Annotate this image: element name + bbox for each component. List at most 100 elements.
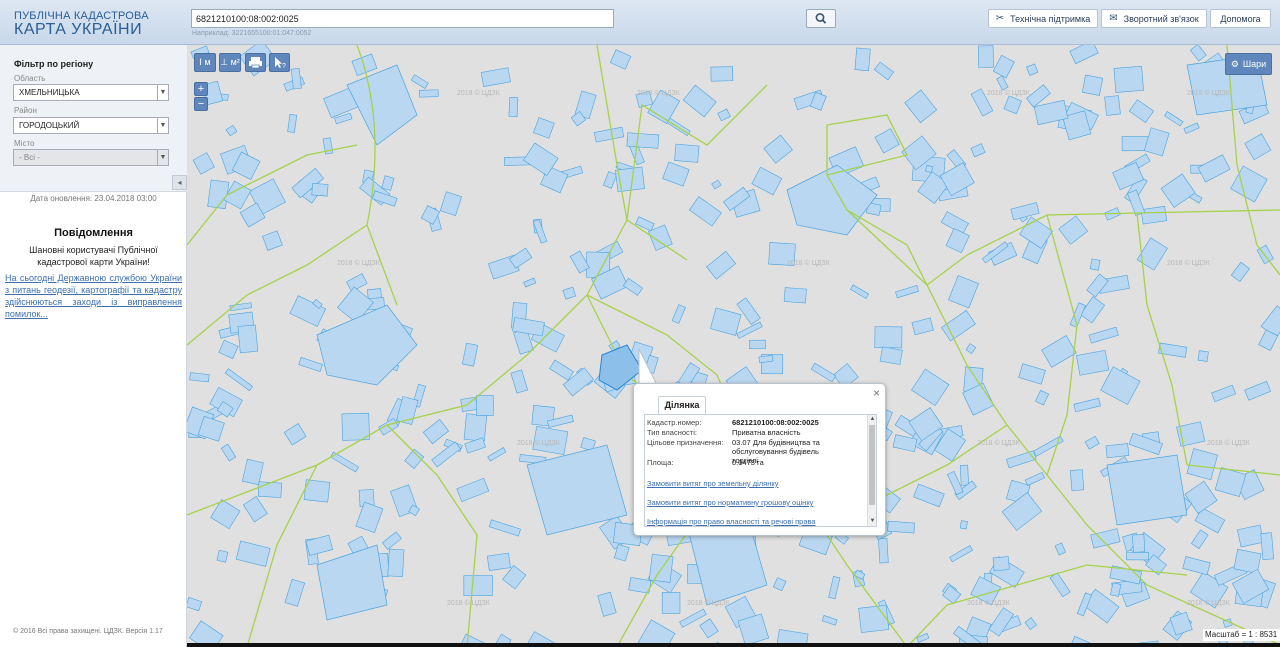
land-parcel[interactable]	[786, 164, 878, 236]
land-parcel[interactable]	[463, 413, 488, 442]
help-button[interactable]: Допомога	[1210, 9, 1271, 28]
land-parcel[interactable]	[1183, 122, 1200, 134]
land-parcel[interactable]	[1019, 216, 1054, 249]
search-button[interactable]	[806, 9, 836, 28]
land-parcel[interactable]	[948, 275, 979, 309]
land-parcel[interactable]	[711, 179, 722, 190]
collapse-sidebar-button[interactable]: ◂	[172, 175, 187, 190]
logo-title-bottom[interactable]: КАРТА УКРАЇНИ	[14, 21, 142, 39]
land-parcel[interactable]	[387, 548, 405, 578]
land-parcel[interactable]	[1106, 454, 1188, 526]
land-parcel[interactable]	[189, 372, 210, 383]
land-parcel[interactable]	[736, 297, 761, 325]
land-parcel[interactable]	[1132, 534, 1146, 553]
land-parcel[interactable]	[305, 534, 334, 556]
land-parcel[interactable]	[1058, 215, 1089, 245]
notice-link[interactable]: На сьогодні Державною службою України з …	[5, 272, 182, 320]
land-parcel[interactable]	[1197, 154, 1231, 183]
land-parcel[interactable]	[925, 164, 934, 173]
land-parcel[interactable]	[593, 126, 625, 143]
land-parcel[interactable]	[749, 339, 766, 349]
land-parcel[interactable]	[661, 592, 681, 614]
land-parcel[interactable]	[710, 307, 742, 336]
close-icon[interactable]: ×	[873, 386, 880, 400]
raion-select[interactable]: ГОРОДОЦЬКИЙ ▼	[13, 117, 169, 134]
land-parcel[interactable]	[1160, 173, 1196, 208]
land-parcel[interactable]	[1113, 65, 1144, 93]
land-parcel[interactable]	[992, 556, 1010, 572]
land-parcel[interactable]	[1069, 45, 1099, 65]
land-parcel[interactable]	[1126, 552, 1149, 561]
land-parcel[interactable]	[622, 277, 644, 296]
misto-select[interactable]: - Всі - ▼	[13, 149, 169, 166]
land-parcel[interactable]	[682, 84, 717, 118]
land-parcel[interactable]	[959, 520, 968, 530]
land-parcel[interactable]	[1018, 363, 1046, 385]
land-parcel[interactable]	[858, 604, 890, 633]
print-button[interactable]	[245, 53, 266, 72]
land-parcel[interactable]	[298, 356, 323, 373]
land-parcel[interactable]	[626, 132, 660, 149]
land-parcel[interactable]	[688, 196, 722, 227]
land-parcel[interactable]	[1089, 258, 1101, 271]
land-parcel[interactable]	[751, 166, 783, 196]
land-parcel[interactable]	[463, 575, 493, 596]
land-parcel[interactable]	[311, 182, 329, 197]
land-parcel[interactable]	[1260, 532, 1275, 561]
land-parcel[interactable]	[419, 89, 439, 98]
land-parcel[interactable]	[873, 61, 895, 81]
land-parcel[interactable]	[821, 615, 838, 626]
scroll-up-icon[interactable]: ▲	[868, 415, 876, 424]
land-parcel[interactable]	[992, 54, 1015, 79]
land-parcel[interactable]	[706, 250, 737, 280]
land-parcel[interactable]	[977, 45, 994, 68]
land-parcel[interactable]	[874, 326, 903, 349]
land-parcel[interactable]	[1104, 95, 1121, 116]
feedback-button[interactable]: ✉ Зворотний зв'язок	[1101, 9, 1207, 28]
land-parcel[interactable]	[487, 447, 507, 462]
land-parcel[interactable]	[488, 519, 521, 537]
land-parcel[interactable]	[965, 343, 977, 355]
land-parcel[interactable]	[1035, 389, 1050, 406]
land-parcel[interactable]	[562, 286, 577, 300]
land-parcel[interactable]	[1024, 617, 1038, 631]
land-parcel[interactable]	[1128, 99, 1155, 123]
land-parcel[interactable]	[1026, 63, 1039, 76]
land-parcel[interactable]	[662, 161, 690, 187]
land-parcel[interactable]	[257, 481, 283, 498]
zoom-out-button[interactable]: −	[194, 97, 208, 111]
land-parcel[interactable]	[187, 597, 203, 612]
land-parcel[interactable]	[316, 304, 418, 386]
land-parcel[interactable]	[262, 230, 283, 251]
measure-area-button[interactable]: ⊥ м²	[219, 53, 241, 72]
land-parcel[interactable]	[287, 114, 298, 133]
land-parcel[interactable]	[1197, 350, 1209, 362]
land-parcel[interactable]	[1184, 480, 1218, 514]
land-parcel[interactable]	[1081, 74, 1104, 96]
land-parcel[interactable]	[763, 134, 793, 164]
land-parcel[interactable]	[381, 531, 402, 550]
land-parcel[interactable]	[828, 575, 841, 600]
land-parcel[interactable]	[710, 66, 734, 82]
land-parcel[interactable]	[1088, 326, 1119, 344]
land-parcel[interactable]	[854, 47, 871, 72]
land-parcel[interactable]	[235, 540, 271, 567]
land-parcel[interactable]	[1191, 529, 1209, 549]
order-valuation-link[interactable]: Замовити витяг про нормативну грошову оц…	[647, 498, 813, 507]
land-parcel[interactable]	[216, 549, 229, 563]
land-parcel[interactable]	[772, 577, 787, 592]
land-parcel[interactable]	[456, 477, 490, 502]
land-parcel[interactable]	[207, 179, 230, 210]
ownership-info-link[interactable]: Інформація про право власності та речові…	[647, 517, 816, 526]
land-parcel[interactable]	[461, 342, 479, 367]
land-parcel[interactable]	[1003, 95, 1022, 115]
identify-button[interactable]: ?	[269, 53, 290, 72]
land-parcel[interactable]	[508, 97, 519, 118]
popup-scrollbar[interactable]: ▲ ▼	[867, 415, 876, 526]
land-parcel[interactable]	[911, 317, 934, 336]
land-parcel[interactable]	[192, 152, 215, 175]
land-parcel[interactable]	[439, 191, 462, 216]
land-parcel[interactable]	[1230, 261, 1250, 282]
land-parcel[interactable]	[218, 339, 239, 359]
land-parcel[interactable]	[945, 228, 970, 254]
